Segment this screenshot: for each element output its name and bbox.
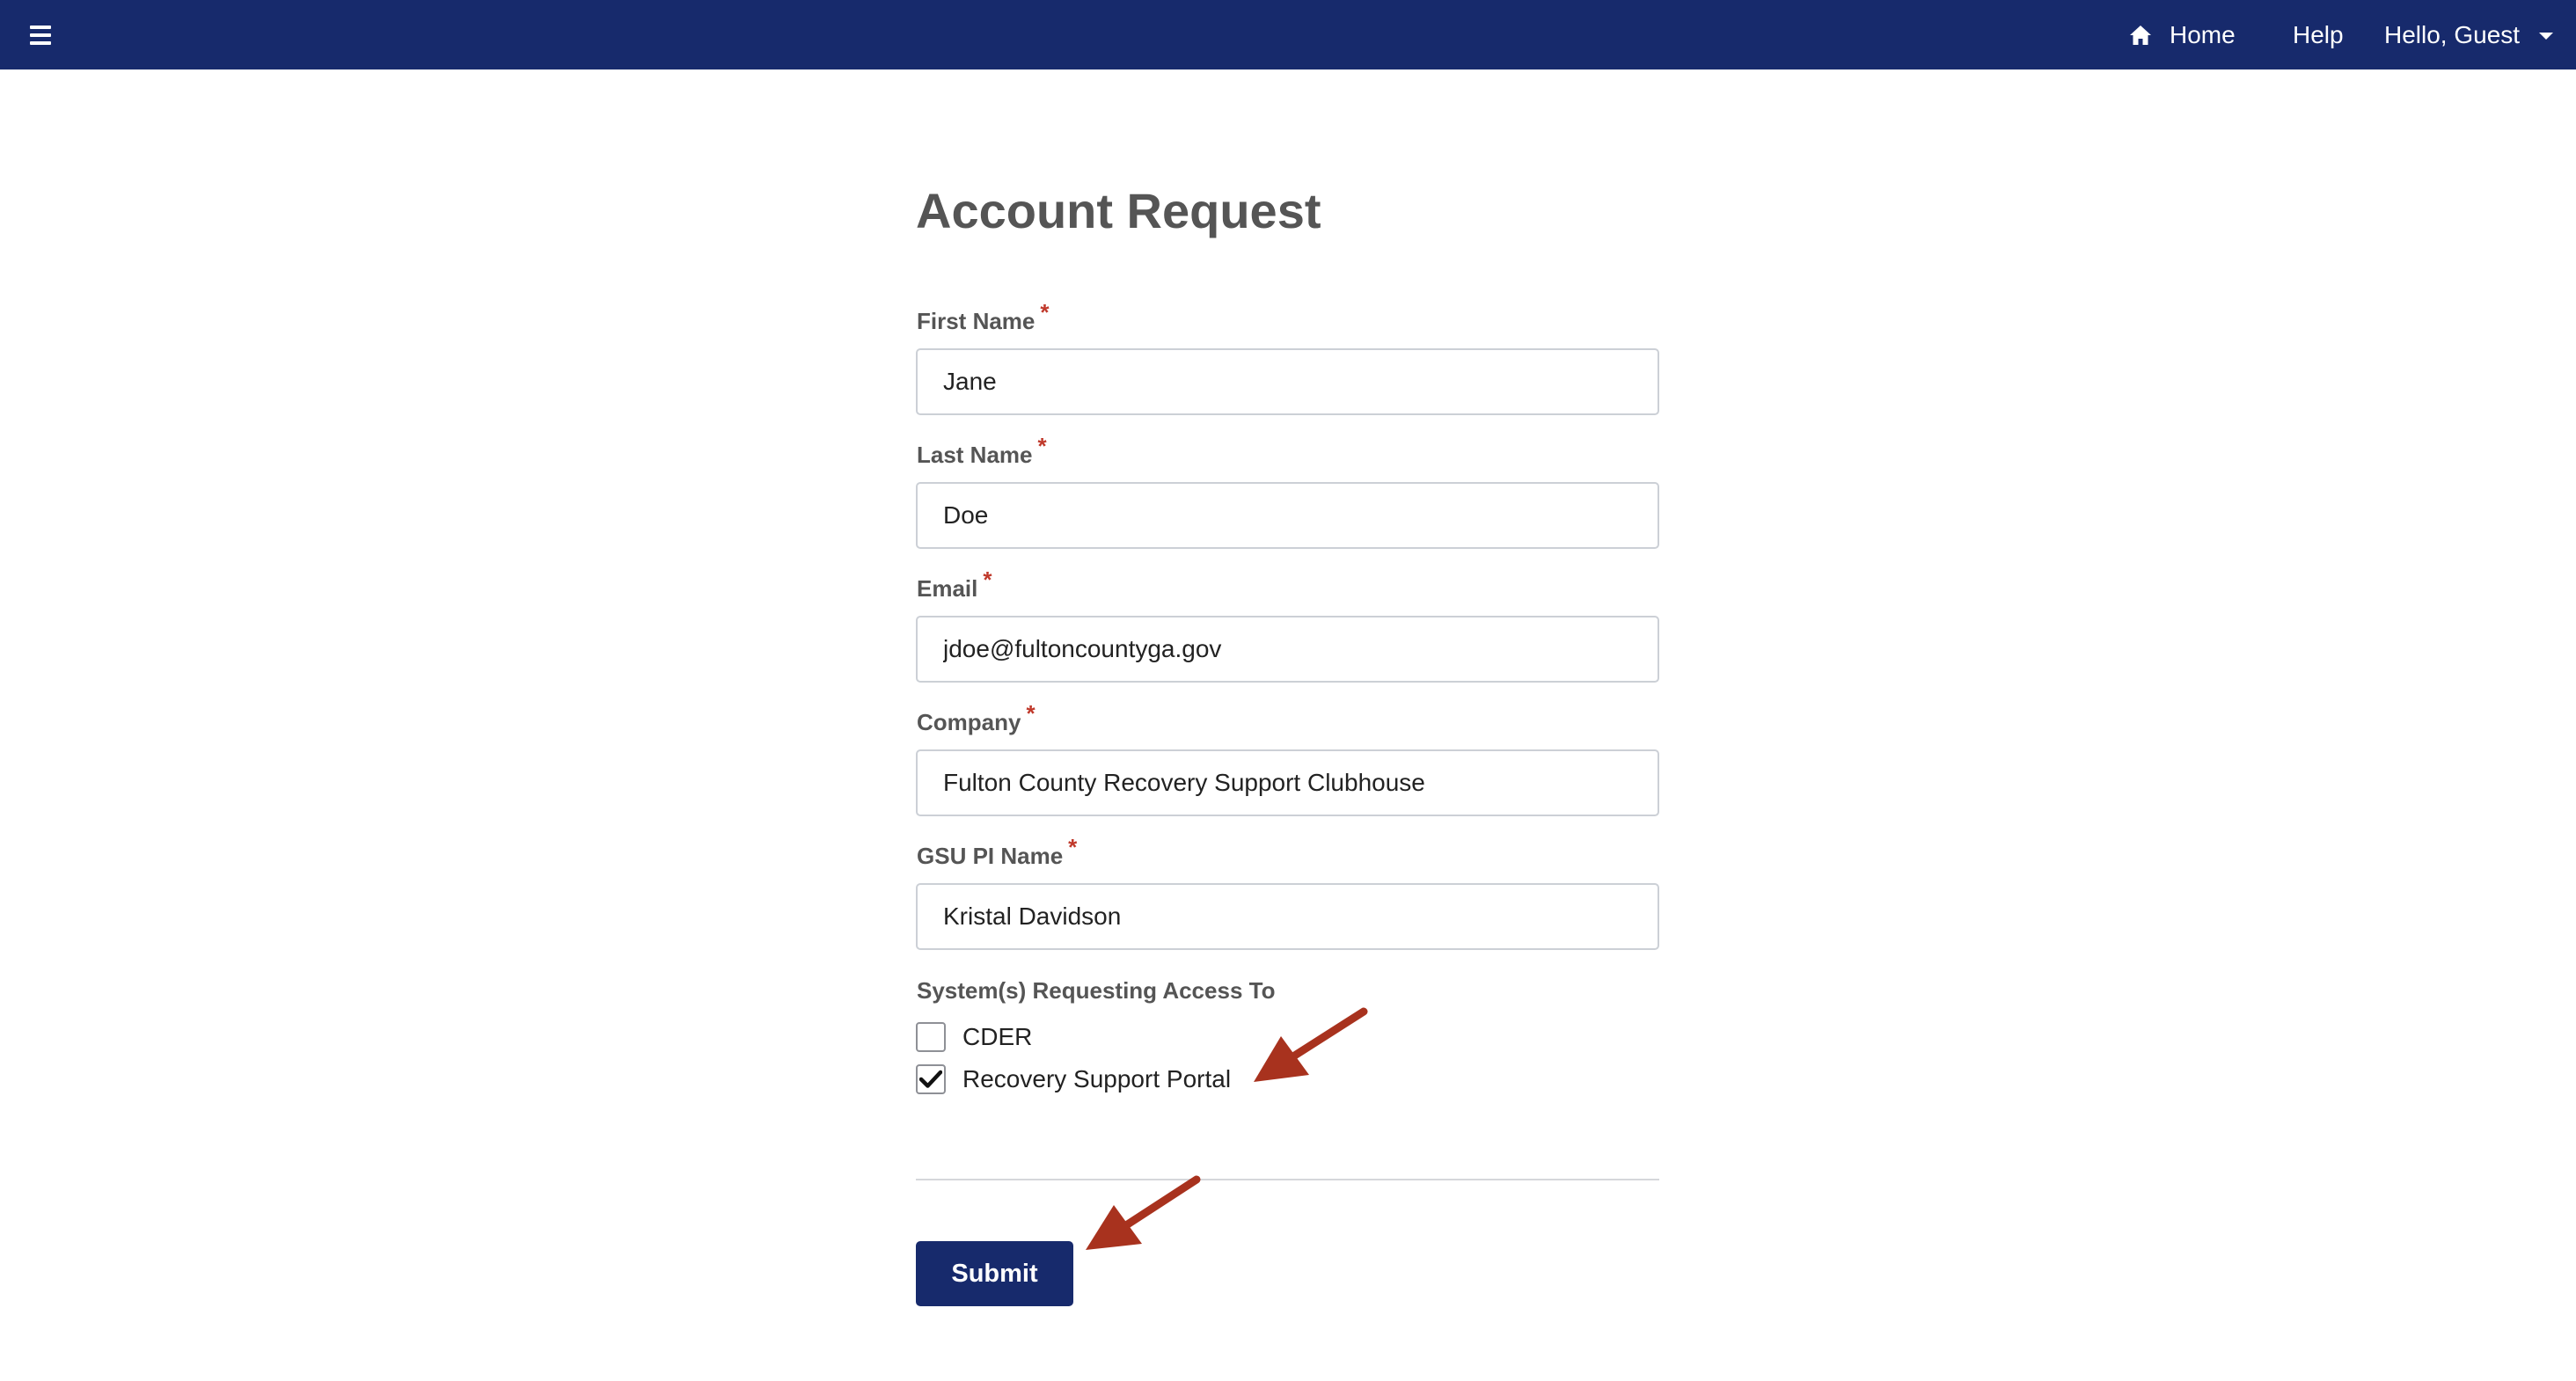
required-marker: *	[1040, 299, 1050, 325]
gsu-pi-name-input[interactable]	[916, 883, 1659, 950]
first-name-input[interactable]	[916, 348, 1659, 415]
recovery-support-portal-checkbox-label: Recovery Support Portal	[962, 1065, 1232, 1092]
cder-checkbox-label: CDER	[962, 1023, 1033, 1050]
last-name-input[interactable]	[916, 482, 1659, 549]
nav-home-link[interactable]: Home	[2129, 0, 2236, 69]
user-greeting: Hello, Guest	[2384, 20, 2521, 48]
required-marker: *	[1037, 433, 1047, 459]
annotation-arrow-icon	[1086, 1175, 1201, 1250]
submit-button[interactable]: Submit	[916, 1241, 1073, 1306]
last-name-label: Last Name *	[917, 433, 1047, 468]
required-marker: *	[983, 566, 992, 593]
company-input[interactable]	[916, 749, 1659, 816]
annotation-arrow-icon	[1254, 1007, 1368, 1082]
required-marker: *	[1068, 834, 1078, 860]
gsu-pi-name-label: GSU PI Name *	[917, 834, 1078, 869]
home-icon	[2130, 25, 2151, 45]
required-marker: *	[1026, 700, 1036, 727]
top-navbar: Home Help Hello, Guest	[0, 0, 2576, 69]
first-name-label: First Name *	[917, 299, 1050, 334]
hamburger-menu-icon[interactable]	[30, 26, 51, 45]
nav-help-link[interactable]: Help	[2293, 0, 2344, 69]
cder-checkbox[interactable]	[916, 1022, 946, 1052]
email-label: Email *	[917, 566, 992, 602]
recovery-support-portal-checkbox[interactable]	[916, 1064, 946, 1094]
systems-label: System(s) Requesting Access To	[917, 977, 1276, 1004]
form-divider	[916, 1179, 1659, 1180]
page-title: Account Request	[916, 183, 1321, 238]
system-option-recovery-support-portal[interactable]: Recovery Support Portal	[916, 1064, 1231, 1094]
nav-home-label: Home	[2170, 20, 2236, 48]
checkmark-icon	[919, 1070, 942, 1088]
user-menu-dropdown[interactable]: Hello, Guest	[2384, 0, 2554, 69]
email-input[interactable]	[916, 616, 1659, 683]
caret-down-icon	[2539, 32, 2554, 40]
system-option-cder[interactable]: CDER	[916, 1022, 1032, 1052]
company-label: Company *	[917, 700, 1036, 735]
